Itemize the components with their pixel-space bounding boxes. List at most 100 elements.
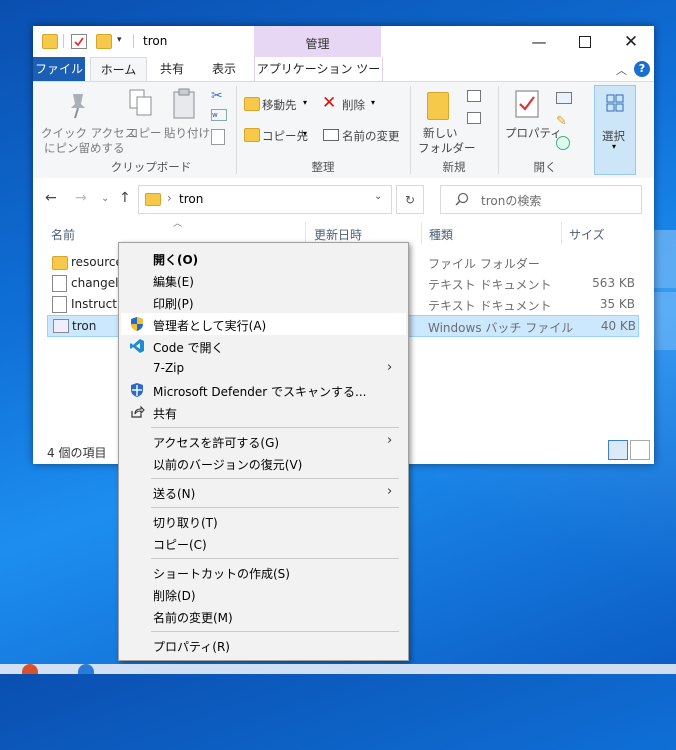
menu-label: 印刷(P): [153, 297, 194, 311]
tab-file[interactable]: ファイル: [33, 57, 85, 81]
taskbar-app-icon[interactable]: [78, 664, 94, 674]
column-separator[interactable]: [421, 222, 422, 244]
up-arrow-icon[interactable]: ↑: [119, 190, 131, 206]
refresh-button[interactable]: ↻: [396, 185, 424, 214]
menu-item-run-as-admin[interactable]: 管理者として実行(A): [121, 313, 406, 335]
column-separator[interactable]: [561, 222, 562, 244]
menu-item-delete[interactable]: 削除(D): [121, 583, 406, 605]
menu-label: 送る(N): [153, 487, 196, 501]
sort-ascending-icon: ︿: [173, 219, 183, 229]
paste-icon: [173, 88, 195, 119]
menu-item-create-shortcut[interactable]: ショートカットの作成(S): [121, 561, 406, 583]
edit-icon[interactable]: ✎: [556, 114, 567, 129]
tab-share[interactable]: 共有: [156, 57, 188, 81]
tab-application-tools[interactable]: アプリケーション ツール: [254, 57, 383, 100]
menu-item-open-with-code[interactable]: Code で開く: [121, 335, 406, 357]
status-item-count: 4 個の項目: [47, 446, 107, 460]
menu-item-rename[interactable]: 名前の変更(M): [121, 605, 406, 627]
breadcrumb-chevron-icon: ›: [167, 191, 172, 205]
menu-item-7zip[interactable]: 7-Zip ›: [121, 357, 406, 379]
menu-item-copy[interactable]: コピー(C): [121, 532, 406, 554]
paste-shortcut-icon[interactable]: [211, 129, 225, 145]
minimize-button[interactable]: —: [516, 26, 562, 57]
new-folder-quick-icon[interactable]: [96, 34, 112, 49]
new-item-icon[interactable]: [467, 90, 481, 102]
copy-to-icon: [244, 128, 260, 142]
taskbar-app-icon[interactable]: [22, 664, 38, 674]
large-icons-view-icon[interactable]: [630, 440, 650, 460]
close-button[interactable]: ✕: [608, 26, 654, 57]
help-icon[interactable]: ?: [634, 61, 650, 77]
tab-home[interactable]: ホーム: [90, 57, 147, 82]
properties-quick-icon[interactable]: [71, 34, 87, 49]
delete-x-icon: ✕: [322, 93, 337, 113]
back-arrow-icon[interactable]: ←: [45, 190, 57, 206]
submenu-chevron-icon: ›: [387, 433, 393, 448]
file-type: テキスト ドキュメント: [428, 278, 552, 292]
collapse-ribbon-icon[interactable]: ︿: [616, 62, 627, 78]
menu-item-share[interactable]: 共有: [121, 401, 406, 423]
column-header-type[interactable]: 種類: [429, 226, 453, 243]
column-separator[interactable]: [305, 222, 306, 244]
address-bar[interactable]: › tron ⌄: [138, 185, 392, 214]
menu-label: 削除(D): [153, 589, 196, 603]
menu-item-edit[interactable]: 編集(E): [121, 269, 406, 291]
maximize-button[interactable]: [562, 26, 608, 57]
copy-path-icon[interactable]: w: [211, 109, 227, 121]
recent-locations-icon[interactable]: ⌄: [101, 193, 109, 204]
history-icon[interactable]: [556, 136, 570, 150]
tab-view[interactable]: 表示: [206, 57, 242, 81]
column-header-name[interactable]: 名前: [51, 226, 75, 243]
pin-icon: [71, 94, 85, 119]
file-type: テキスト ドキュメント: [428, 299, 552, 313]
menu-item-cut[interactable]: 切り取り(T): [121, 510, 406, 532]
details-view-icon[interactable]: [608, 440, 628, 460]
cut-icon[interactable]: ✂: [211, 88, 223, 104]
menu-item-open[interactable]: 開く(O): [121, 247, 406, 269]
menu-separator: [151, 507, 399, 508]
forward-arrow-icon[interactable]: →: [75, 190, 87, 206]
maximize-icon: [579, 35, 591, 48]
open-icon[interactable]: [556, 92, 572, 104]
text-document-icon: [52, 296, 67, 313]
menu-label: アクセスを許可する(G): [153, 436, 280, 450]
easy-access-icon[interactable]: [467, 112, 481, 124]
address-folder-icon: [145, 193, 161, 206]
file-size: 35 KB: [599, 297, 635, 311]
context-menu: 開く(O) 編集(E) 印刷(P) 管理者として実行(A) Code で開く 7…: [118, 242, 409, 661]
menu-label: Code で開く: [153, 341, 224, 355]
customize-quick-access-icon[interactable]: ▾: [117, 35, 122, 45]
share-icon: [131, 405, 145, 418]
search-box[interactable]: tronの検索: [440, 185, 642, 214]
menu-item-send-to[interactable]: 送る(N) ›: [121, 481, 406, 503]
submenu-chevron-icon: ›: [387, 484, 393, 499]
search-icon: [455, 192, 469, 206]
menu-label: Microsoft Defender でスキャンする...: [153, 385, 367, 399]
copy-to-dropdown-icon: ▾: [303, 129, 308, 138]
menu-item-defender-scan[interactable]: Microsoft Defender でスキャンする...: [121, 379, 406, 401]
menu-item-properties[interactable]: プロパティ(R): [121, 634, 406, 656]
menu-label: 名前の変更(M): [153, 611, 233, 625]
copy-icon: [129, 89, 152, 116]
copy-label: コピー: [127, 126, 162, 140]
title-bar: ▾ tron 管理 — ✕: [33, 26, 654, 57]
menu-item-restore-previous-versions[interactable]: 以前のバージョンの復元(V): [121, 452, 406, 474]
vscode-icon: [130, 339, 144, 353]
new-folder-label-2: フォルダー: [418, 141, 476, 155]
column-header-size[interactable]: サイズ: [569, 226, 605, 243]
file-name: tron: [72, 319, 97, 333]
menu-item-give-access[interactable]: アクセスを許可する(G) ›: [121, 430, 406, 452]
file-size: 40 KB: [600, 319, 636, 333]
copy-to-label: コピー先: [262, 129, 308, 143]
menu-label: 編集(E): [153, 275, 194, 289]
menu-item-print[interactable]: 印刷(P): [121, 291, 406, 313]
search-placeholder: tronの検索: [481, 194, 542, 208]
rename-icon: [323, 129, 339, 141]
select-button[interactable]: 選択 ▾: [594, 85, 636, 175]
submenu-chevron-icon: ›: [387, 360, 393, 375]
manage-context-band: 管理: [254, 26, 381, 57]
column-header-modified[interactable]: 更新日時: [314, 226, 362, 243]
address-dropdown-icon[interactable]: ⌄: [374, 191, 382, 202]
group-organize-label: 整理: [311, 160, 335, 174]
ribbon: クイック アクセス にピン留めする コピー 貼り付け ✂ w クリップボード 移…: [33, 81, 654, 180]
